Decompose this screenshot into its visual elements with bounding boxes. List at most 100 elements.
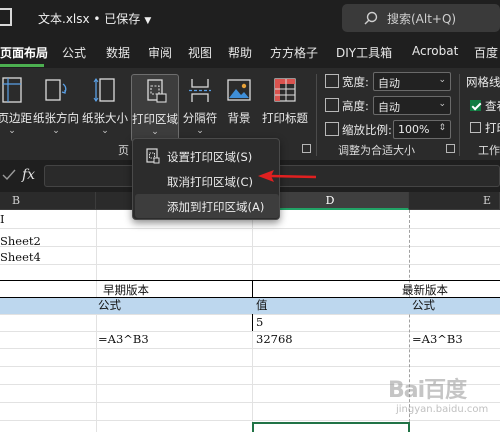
print-titles-label: 打印标题 — [262, 111, 308, 125]
gridlines-view-checkbox[interactable] — [470, 100, 481, 111]
margins-label: 页边距 — [0, 111, 32, 125]
height-label: 高度: — [342, 99, 369, 113]
print-titles-icon — [274, 78, 296, 102]
paper-size-icon — [93, 78, 115, 102]
breaks-icon — [189, 79, 211, 102]
header-formula-e[interactable]: 公式 — [412, 296, 435, 314]
title-bar: 文本.xlsx • 已保存 ▼ 搜索(Alt+Q) — [0, 0, 500, 36]
print-area-icon — [147, 79, 167, 103]
tab-view[interactable]: 视图 — [188, 44, 212, 61]
breaks-button[interactable]: 分隔符 ⌄ — [180, 74, 220, 142]
search-box[interactable]: 搜索(Alt+Q) — [342, 4, 500, 32]
tab-help[interactable]: 帮助 — [228, 44, 252, 61]
annotation-arrow-icon — [258, 170, 317, 182]
cell-e-formula[interactable]: =A3^B3 — [412, 330, 463, 348]
scale-label: 缩放比例: — [342, 123, 392, 137]
menu-item-label: 添加到打印区域(A) — [167, 200, 265, 214]
chevron-down-icon: ⌄ — [196, 126, 204, 136]
header-value-d[interactable]: 值 — [256, 296, 268, 314]
background-button[interactable]: 背景 — [222, 74, 256, 142]
tab-data[interactable]: 数据 — [106, 44, 130, 61]
scale-icon — [325, 122, 339, 136]
background-label: 背景 — [227, 111, 251, 125]
column-line — [96, 210, 97, 432]
scale-value: 100% — [398, 123, 430, 136]
height-select[interactable]: 自动 ⌄ — [373, 96, 451, 115]
cell-c-formula[interactable]: =A3^B3 — [98, 330, 149, 348]
row-line — [0, 264, 500, 265]
page-setup-group-label: 页 — [118, 144, 129, 157]
width-icon — [325, 74, 339, 88]
ribbon-separator — [316, 74, 317, 156]
paper-size-label: 纸张大小 — [82, 111, 128, 125]
margins-button[interactable]: 页边距 ⌄ — [0, 74, 32, 142]
page-setup-launcher-icon[interactable] — [302, 144, 311, 153]
height-icon — [325, 98, 339, 112]
set-print-area-icon — [146, 148, 160, 164]
menu-item-set-print-area[interactable]: 设置打印区域(S) — [135, 144, 279, 168]
column-header-b[interactable]: B — [0, 192, 96, 210]
print-titles-button[interactable]: 打印标题 — [258, 74, 312, 142]
row-line — [0, 246, 500, 247]
watermark-url: jingyan.baidu.com — [396, 404, 489, 415]
chevron-down-icon: ⌄ — [8, 126, 16, 136]
baidu-watermark: Bai百度 jingyan.baidu.com — [382, 370, 500, 424]
chevron-down-icon: ⌄ — [151, 127, 159, 137]
cell-d-value-5[interactable]: 5 — [256, 313, 263, 331]
cell-d-value[interactable]: 32768 — [256, 330, 293, 348]
menu-item-add-to-print-area[interactable]: 添加到打印区域(A) — [135, 194, 279, 218]
scale-to-fit-group-label: 调整为合适大小 — [338, 144, 415, 157]
search-placeholder: 搜索(Alt+Q) — [387, 12, 457, 26]
ribbon-separator — [459, 74, 460, 156]
gridlines-label: 网格线 — [466, 75, 500, 89]
tab-baidu[interactable]: 百度 — [474, 44, 498, 61]
column-header-e[interactable]: E — [409, 192, 500, 210]
gridlines-view-label: 查看 — [485, 99, 500, 113]
row-line — [0, 314, 500, 315]
tab-review[interactable]: 审阅 — [148, 44, 172, 61]
background-icon — [227, 79, 251, 101]
check-icon[interactable] — [2, 168, 16, 182]
cell-b1[interactable]: I — [0, 210, 5, 228]
cell-sheet4[interactable]: Sheet4 — [0, 248, 41, 266]
orientation-button[interactable]: 纸张方向 ⌄ — [32, 74, 80, 142]
tab-page-layout[interactable]: 页面布局 — [0, 44, 48, 61]
chevron-down-icon: ⌄ — [438, 75, 446, 85]
scale-to-fit-launcher-icon[interactable] — [446, 144, 455, 153]
file-title[interactable]: 文本.xlsx • 已保存 ▼ — [38, 10, 151, 27]
scale-spinner[interactable]: 100% ⇕ — [393, 120, 451, 139]
insert-function-icon[interactable]: fx — [22, 167, 35, 183]
watermark-brand: Bai百度 — [388, 378, 467, 403]
sheet-options-group-label: 工作 — [478, 144, 500, 157]
tab-acrobat[interactable]: Acrobat — [412, 44, 458, 58]
menu-item-label: 设置打印区域(S) — [167, 150, 253, 164]
height-value: 自动 — [378, 101, 400, 114]
width-value: 自动 — [378, 77, 400, 90]
ribbon-tabs: 页面布局 公式 数据 审阅 视图 帮助 方方格子 DIY工具箱 Acrobat … — [0, 36, 500, 68]
margins-icon — [2, 77, 22, 103]
orientation-label: 纸张方向 — [33, 111, 79, 125]
tab-fangfang[interactable]: 方方格子 — [270, 44, 318, 61]
tab-formulas[interactable]: 公式 — [62, 44, 86, 61]
row-line — [0, 366, 500, 367]
active-tab-indicator — [0, 64, 44, 67]
print-area-label: 打印区域 — [132, 112, 178, 126]
width-select[interactable]: 自动 ⌄ — [373, 72, 451, 91]
orientation-icon — [45, 79, 67, 101]
height-row: 高度: 自动 ⌄ — [325, 96, 455, 116]
paper-size-button[interactable]: 纸张大小 ⌄ — [82, 74, 128, 142]
header-formula-c[interactable]: 公式 — [98, 296, 121, 314]
spinner-icon: ⇕ — [438, 123, 446, 133]
scale-row: 缩放比例: 100% ⇕ — [325, 120, 455, 140]
gridlines-print-checkbox[interactable] — [470, 122, 481, 133]
tab-diy-toolbox[interactable]: DIY工具箱 — [336, 44, 392, 61]
width-label: 宽度: — [342, 75, 369, 89]
chevron-down-icon: ▼ — [144, 16, 152, 26]
print-area-button[interactable]: 打印区域 ⌄ — [131, 74, 179, 142]
file-name: 文本.xlsx • 已保存 — [38, 12, 141, 26]
chevron-down-icon: ⌄ — [438, 99, 446, 109]
gridlines-print-label: 打印 — [485, 121, 500, 135]
row-line — [0, 348, 500, 349]
row-line — [0, 228, 500, 229]
app-icon — [0, 8, 12, 26]
